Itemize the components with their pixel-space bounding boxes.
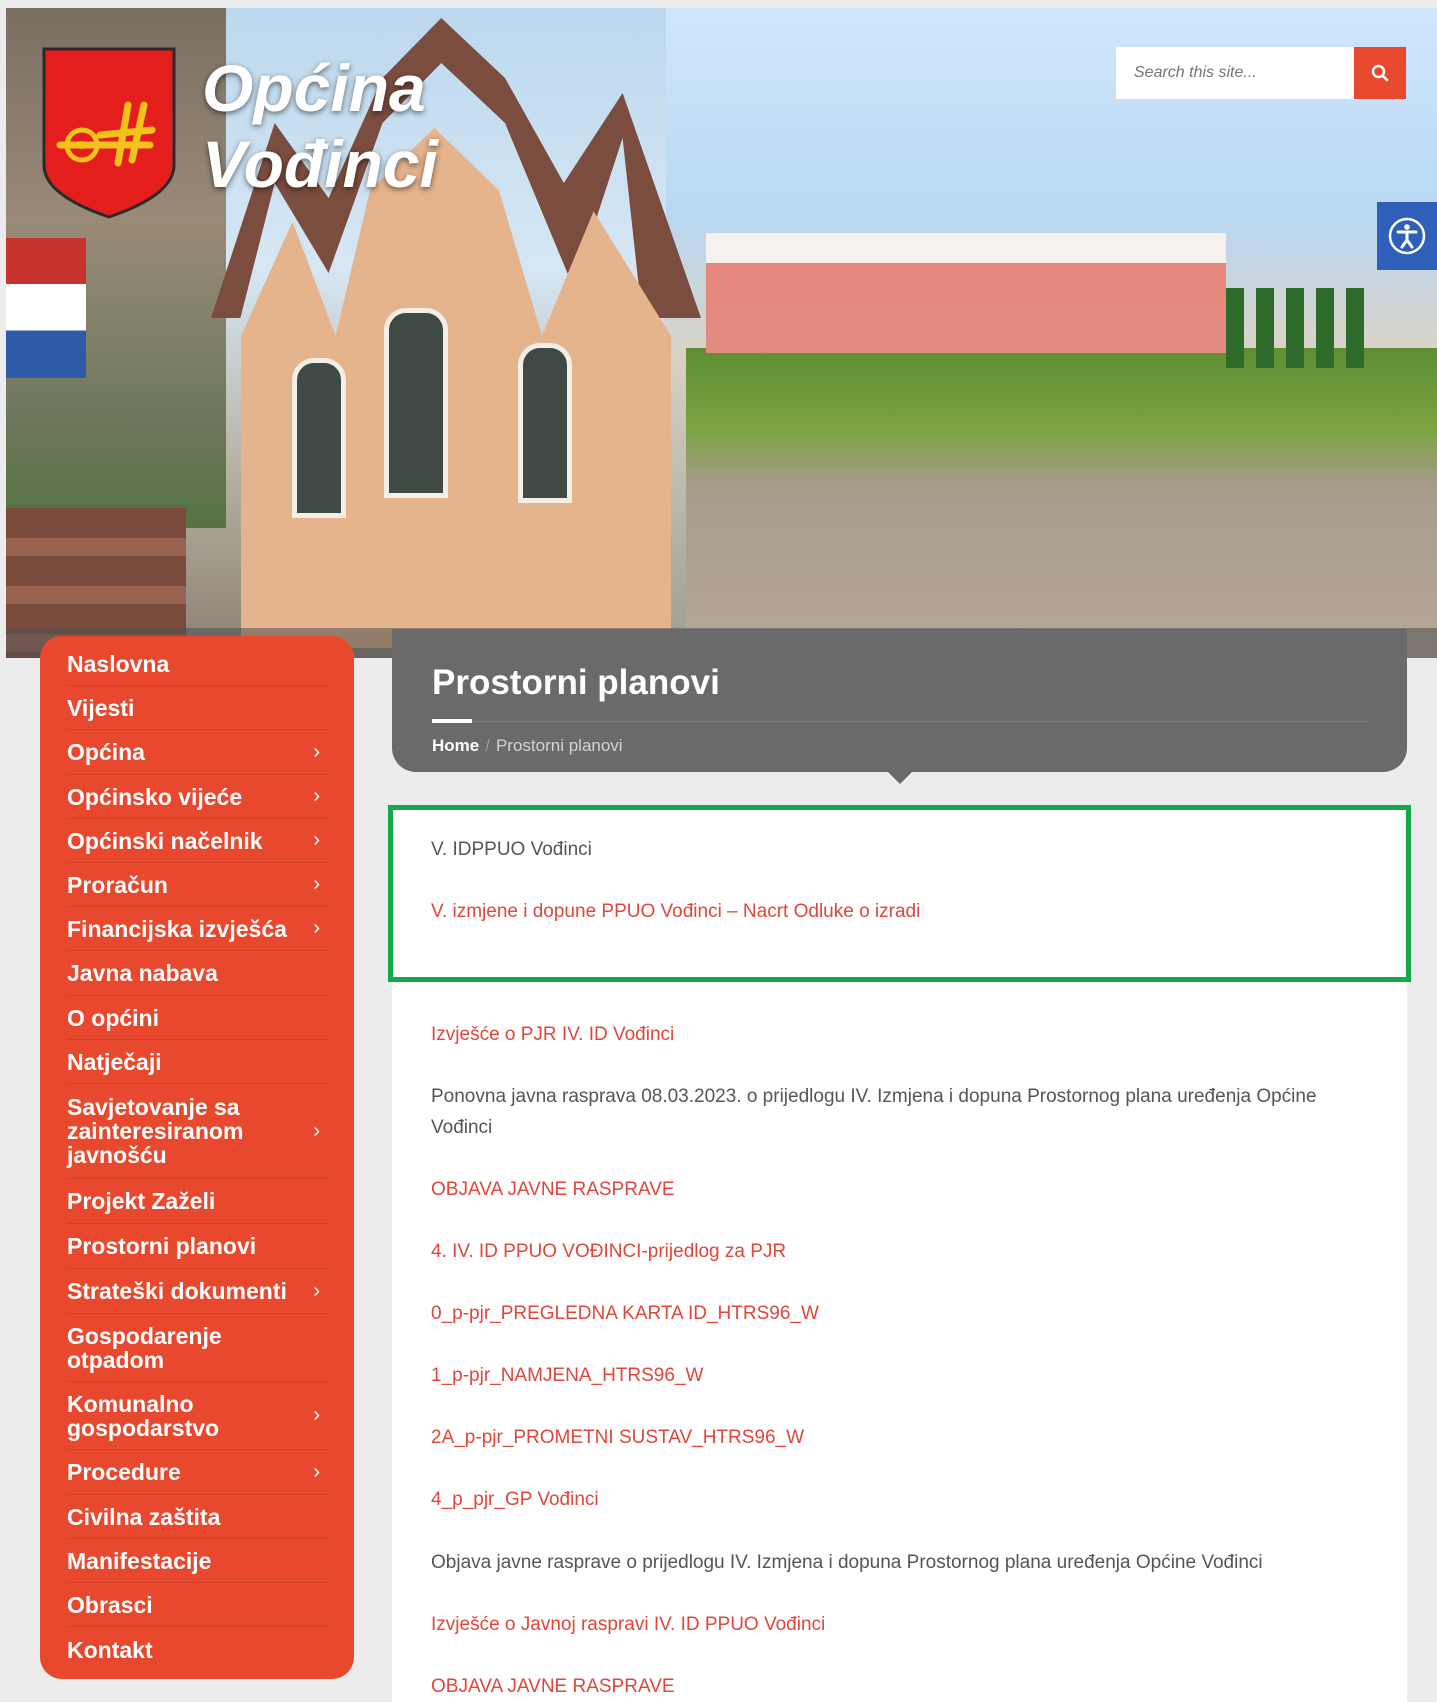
sidebar-item-label: Civilna zaštita (67, 1503, 221, 1530)
sidebar-item-label: Općina (67, 739, 145, 765)
site-title-line1: Općina (202, 51, 426, 125)
sidebar-item-label: O općini (67, 1004, 159, 1031)
document-link[interactable]: Izvješće o PJR IV. ID Vođinci (431, 1019, 1341, 1050)
sidebar-item-label: Strateški dokumenti (67, 1278, 287, 1304)
sidebar-item-label: Procedure (67, 1459, 181, 1485)
sidebar-item[interactable]: Natječaji (67, 1040, 328, 1084)
hero-building (706, 233, 1226, 353)
chapel-window (518, 343, 572, 503)
sidebar-item[interactable]: Komunalno gospodarstvo › (67, 1382, 328, 1450)
sidebar-item[interactable]: Kontakt (67, 1627, 328, 1673)
sidebar-item[interactable]: Civilna zaštita (67, 1495, 328, 1539)
sidebar-item[interactable]: Vijesti (67, 686, 328, 730)
document-link[interactable]: 4. IV. ID PPUO VOĐINCI-prijedlog za PJR (431, 1236, 1341, 1267)
document-link[interactable]: 2A_p-pjr_PROMETNI SUSTAV_HTRS96_W (431, 1422, 1341, 1453)
sidebar-menu: Naslovna Vijesti Općina › Općinsko vijeće › Op… (40, 636, 354, 1679)
accessibility-icon (1388, 217, 1426, 255)
sidebar-item-label: Javna nabava (67, 960, 218, 986)
hero-ground (686, 348, 1437, 658)
highlighted-section (388, 805, 1411, 982)
chevron-right-icon[interactable]: › (313, 1120, 320, 1143)
sidebar-item-label: Proračun (67, 871, 168, 898)
search-button[interactable] (1354, 47, 1406, 99)
document-link[interactable]: V. izmjene i dopune PPUO Vođinci – Nacrt… (431, 896, 1341, 927)
breadcrumb-separator: / (485, 736, 490, 755)
coat-of-arms-logo[interactable] (40, 45, 178, 220)
page-title: Prostorni planovi (432, 663, 720, 702)
document-link[interactable]: 0_p-pjr_PREGLEDNA KARTA ID_HTRS96_W (431, 1298, 1341, 1329)
document-link[interactable]: 1_p-pjr_NAMJENA_HTRS96_W (431, 1360, 1341, 1391)
content-text: Objava javne rasprave o prijedlogu IV. I… (431, 1552, 1263, 1573)
chevron-right-icon[interactable]: › (313, 741, 320, 764)
chevron-right-icon[interactable]: › (313, 829, 320, 852)
sidebar-item[interactable]: Općinsko vijeće › (67, 775, 328, 819)
title-banner-pointer (888, 772, 912, 784)
site-title-line2: Vođinci (202, 127, 438, 201)
sidebar-item-label: Naslovna (67, 650, 170, 677)
site-title[interactable]: Općina Vođinci (202, 50, 438, 202)
sidebar-item[interactable]: Financijska izvješća › (67, 907, 328, 951)
sidebar-item-label: Komunalno gospodarstvo (67, 1390, 220, 1441)
sidebar-item-label: Natječaji (67, 1048, 162, 1075)
page-title-banner: Prostorni planovi Home / Prostorni planovi (392, 629, 1407, 772)
document-link[interactable]: 4_p_pjr_GP Vođinci (431, 1484, 1341, 1515)
document-link[interactable]: Izvješće o Javnoj raspravi IV. ID PPUO V… (431, 1609, 1341, 1640)
sidebar-item[interactable]: Manifestacije (67, 1539, 328, 1583)
hero-trees (1226, 288, 1376, 368)
accessibility-button[interactable] (1377, 202, 1437, 270)
sidebar-item[interactable]: Obrasci (67, 1583, 328, 1627)
content-text: V. IDPPUO Vođinci (431, 839, 592, 860)
chevron-right-icon[interactable]: › (313, 1461, 320, 1484)
sidebar-item-label: Projekt Zaželi (67, 1188, 216, 1214)
sidebar-item-label: Kontakt (67, 1637, 153, 1663)
breadcrumb-home-link[interactable]: Home (432, 736, 479, 755)
document-link[interactable]: OBJAVA JAVNE RASPRAVE (431, 1671, 1341, 1702)
sidebar-item-label: Prostorni planovi (67, 1233, 257, 1259)
sidebar-item[interactable]: Gospodarenje otpadom (67, 1314, 328, 1382)
sidebar-item[interactable]: Prostorni planovi (67, 1224, 328, 1269)
sidebar-item[interactable]: Javna nabava (67, 951, 328, 996)
sidebar-item-label: Financijska izvješća (67, 915, 287, 942)
sidebar-item[interactable]: Proračun › (67, 863, 328, 907)
document-link[interactable]: OBJAVA JAVNE RASPRAVE (431, 1174, 1341, 1205)
sidebar-item[interactable]: Općina › (67, 730, 328, 775)
chapel-window (384, 308, 448, 498)
sidebar-item[interactable]: Savjetovanje sa zainteresiranom javnošću… (67, 1084, 328, 1179)
sidebar-item-label: Gospodarenje otpadom (67, 1322, 222, 1373)
chevron-right-icon[interactable]: › (313, 917, 320, 940)
sidebar-item[interactable]: O općini (67, 996, 328, 1040)
sidebar-item[interactable]: Strateški dokumenti › (67, 1269, 328, 1314)
content-text: Ponovna javna rasprava 08.03.2023. o pri… (431, 1086, 1317, 1138)
title-divider (432, 721, 1367, 722)
sidebar-item[interactable]: Procedure › (67, 1450, 328, 1495)
sidebar-item-label: Općinsko vijeće (67, 783, 243, 810)
title-underline (432, 719, 472, 723)
sidebar-item-label: Općinski načelnik (67, 827, 263, 854)
chevron-right-icon[interactable]: › (313, 1280, 320, 1303)
search-input[interactable] (1116, 47, 1354, 99)
sidebar-item-label: Obrasci (67, 1591, 153, 1618)
sidebar-item[interactable]: Općinski načelnik › (67, 819, 328, 863)
sidebar-item-label: Vijesti (67, 694, 135, 721)
breadcrumb: Home / Prostorni planovi (432, 736, 623, 756)
chevron-right-icon[interactable]: › (313, 1404, 320, 1427)
chevron-right-icon[interactable]: › (313, 873, 320, 896)
chevron-right-icon[interactable]: › (313, 785, 320, 808)
chapel-window (292, 358, 346, 518)
site-search (1116, 47, 1406, 99)
sidebar-item-label: Savjetovanje sa zainteresiranom javnošću (67, 1094, 244, 1168)
sidebar-item[interactable]: Projekt Zaželi (67, 1179, 328, 1224)
hero-flag (6, 238, 86, 378)
search-icon (1371, 64, 1389, 82)
sidebar-item-label: Manifestacije (67, 1547, 212, 1574)
breadcrumb-current: Prostorni planovi (495, 736, 623, 755)
sidebar-item[interactable]: Naslovna (67, 642, 328, 686)
